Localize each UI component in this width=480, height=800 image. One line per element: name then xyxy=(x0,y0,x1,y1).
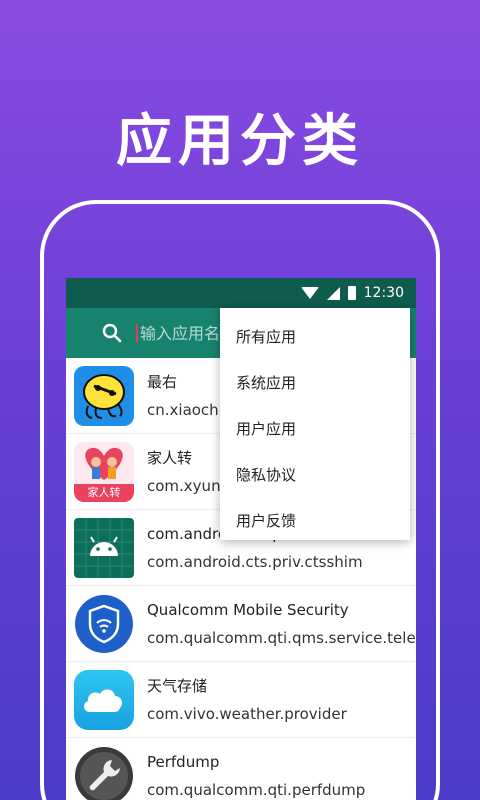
app-name: 家人转 xyxy=(147,448,193,467)
wifi-icon xyxy=(300,287,319,299)
shield-wifi-icon xyxy=(74,594,134,654)
list-item[interactable]: 天气存储 com.vivo.weather.provider xyxy=(66,662,416,738)
android-icon xyxy=(74,517,134,578)
list-item[interactable]: Perfdump com.qualcomm.qti.perfdump xyxy=(66,738,416,800)
battery-icon xyxy=(347,286,356,300)
zuiyou-icon xyxy=(74,365,134,426)
status-bar: 12:30 xyxy=(66,278,416,308)
menu-item-user-apps[interactable]: 用户应用 xyxy=(220,406,410,452)
app-package: com.qualcomm.qti.perfdump xyxy=(147,780,366,799)
overflow-menu: 所有应用 系统应用 用户应用 隐私协议 用户反馈 xyxy=(220,308,410,540)
menu-item-feedback[interactable]: 用户反馈 xyxy=(220,498,410,544)
app-name: 天气存储 xyxy=(147,676,208,695)
menu-item-privacy-policy[interactable]: 隐私协议 xyxy=(220,452,410,498)
app-icon-label: 家人转 xyxy=(74,483,134,502)
app-package: cn.xiaochu xyxy=(147,400,229,419)
menu-item-all-apps[interactable]: 所有应用 xyxy=(220,314,410,360)
app-screen: 12:30 最右 cn.xiaochu xyxy=(66,278,416,800)
app-name: Qualcomm Mobile Security xyxy=(147,600,349,619)
promo-title: 应用分类 xyxy=(116,109,364,174)
app-package: com.xyun. xyxy=(147,476,226,495)
app-name: 最右 xyxy=(147,372,178,391)
app-package: com.qualcomm.qti.qms.service.telem xyxy=(147,628,416,647)
wrench-icon xyxy=(74,746,134,800)
list-item[interactable]: Qualcomm Mobile Security com.qualcomm.qt… xyxy=(66,586,416,662)
app-name: Perfdump xyxy=(147,752,220,771)
jiarenzhuan-icon: 家人转 xyxy=(74,441,134,502)
app-package: com.android.cts.priv.ctsshim xyxy=(147,552,363,571)
signal-icon xyxy=(326,286,340,300)
cloud-icon xyxy=(74,669,134,730)
menu-item-system-apps[interactable]: 系统应用 xyxy=(220,360,410,406)
status-time: 12:30 xyxy=(363,285,404,301)
app-package: com.vivo.weather.provider xyxy=(147,704,347,723)
search-icon[interactable] xyxy=(102,323,122,343)
